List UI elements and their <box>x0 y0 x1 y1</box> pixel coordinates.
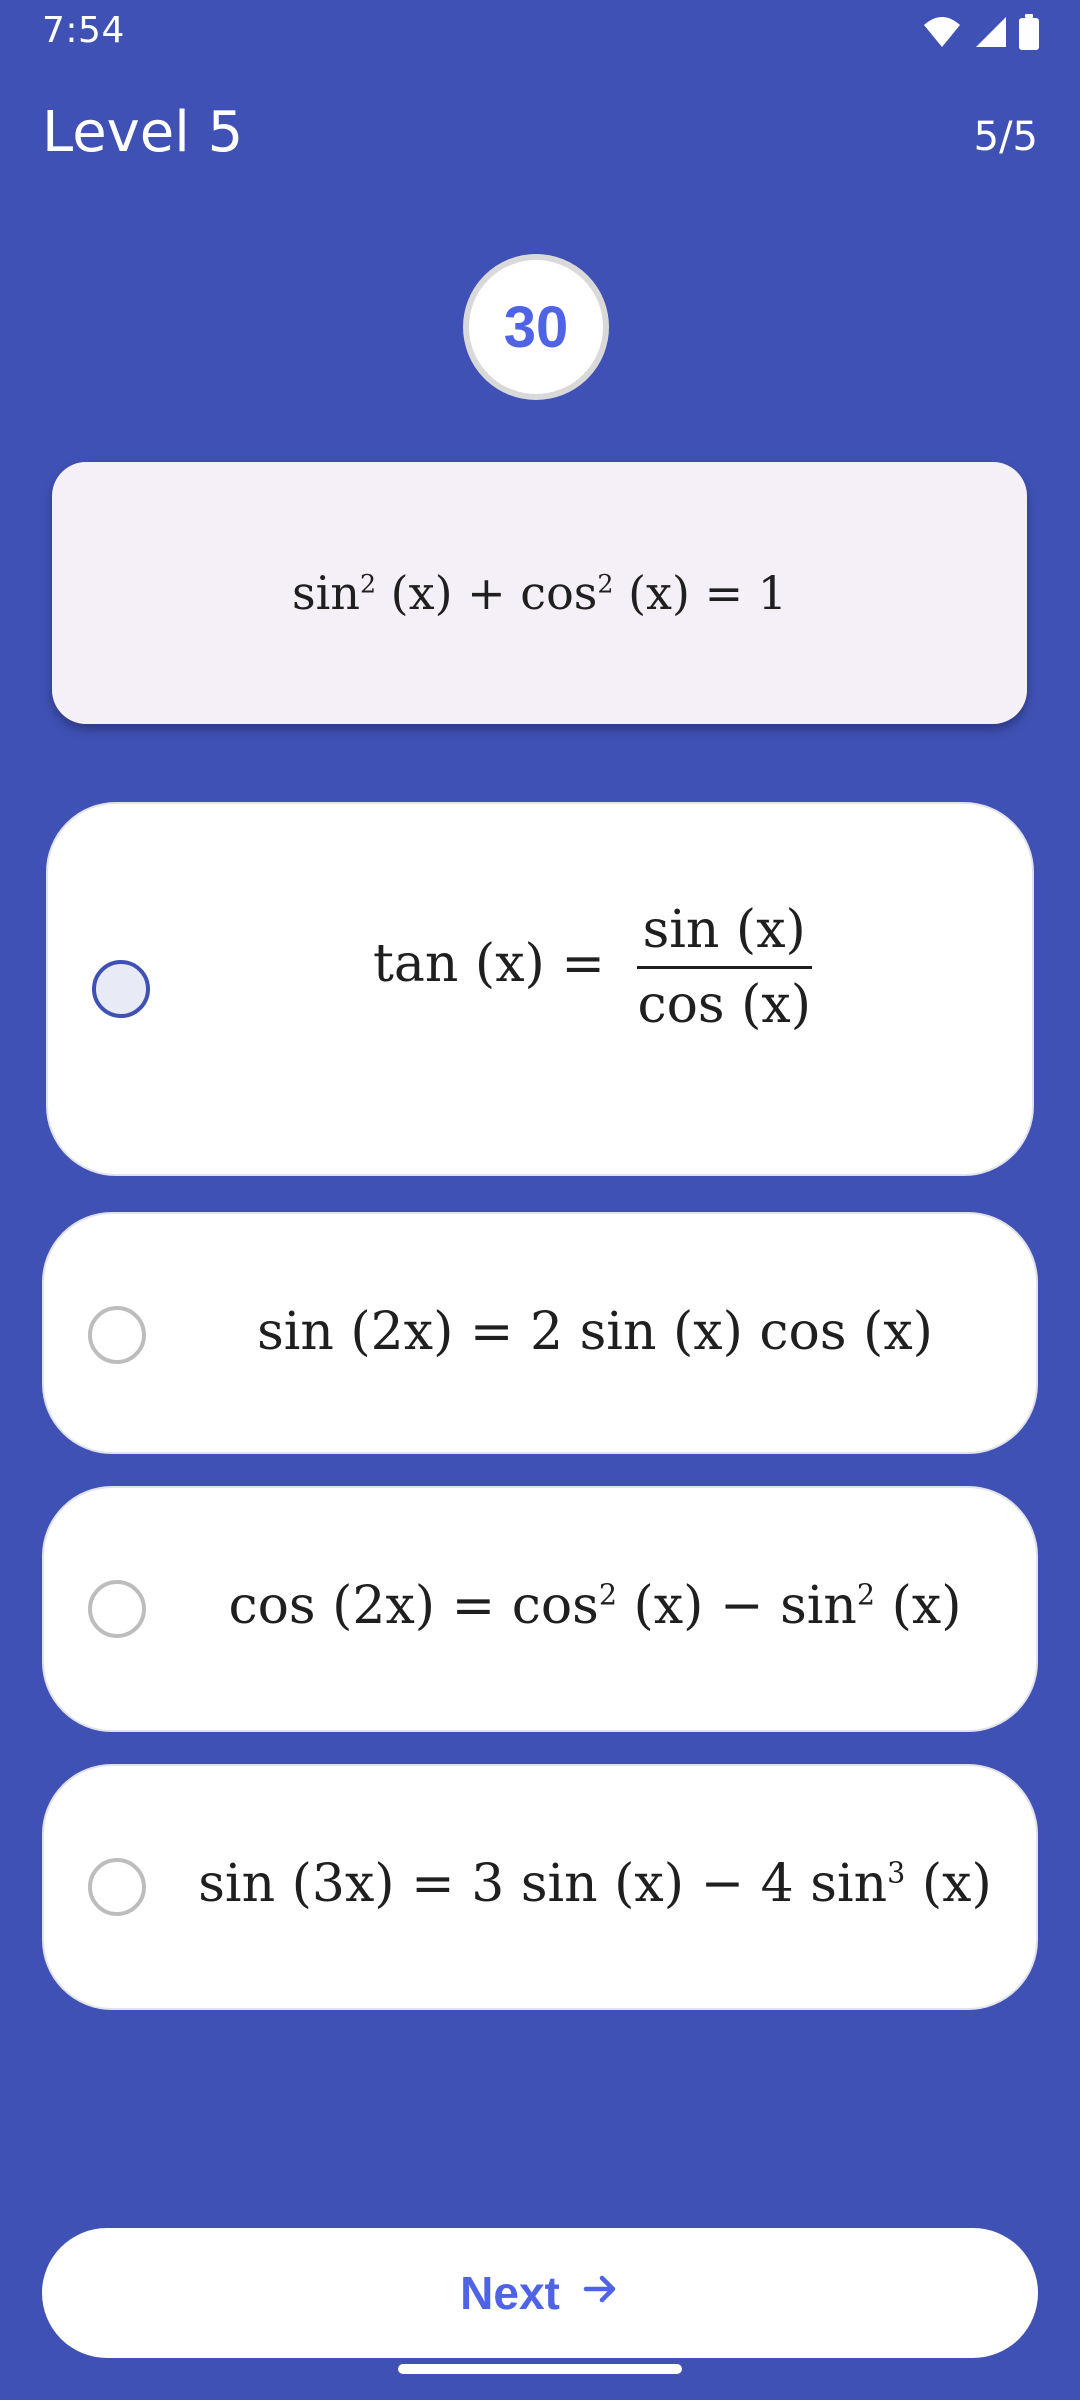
battery-icon <box>1018 14 1040 55</box>
wifi-icon <box>922 15 962 54</box>
formula-part: (x) <box>875 1576 962 1636</box>
status-time: 7:54 <box>42 10 125 51</box>
countdown-timer: 30 <box>463 254 609 400</box>
option-formula: sin (3x) = 3 sin (x) − 4 sin3 (x) <box>194 1854 996 1914</box>
home-indicator[interactable] <box>398 2364 682 2374</box>
quiz-screen: 7:54 Level 5 5/5 30 sin2 (x) + cos2 (x) … <box>0 0 1080 2400</box>
radio-button[interactable] <box>88 1580 146 1638</box>
question-formula: sin2 (x) + cos2 (x) = 1 <box>292 566 787 620</box>
fraction: sin (x) cos (x) <box>631 900 817 1035</box>
question-exponent: 2 <box>597 569 614 599</box>
formula-exponent: 2 <box>598 1577 618 1612</box>
formula-part: sin (3x) = 3 sin (x) − 4 sin <box>198 1854 888 1914</box>
option-formula: cos (2x) = cos2 (x) − sin2 (x) <box>194 1576 996 1636</box>
status-bar: 7:54 <box>0 0 1080 62</box>
answer-option-1[interactable]: tan (x) = sin (x) cos (x) <box>46 802 1034 1176</box>
question-progress: 5/5 <box>973 114 1038 160</box>
status-icons <box>922 14 1040 55</box>
answer-option-2[interactable]: sin (2x) = 2 sin (x) cos (x) <box>42 1212 1038 1454</box>
answer-option-4[interactable]: sin (3x) = 3 sin (x) − 4 sin3 (x) <box>42 1764 1038 2010</box>
fraction-denominator: cos (x) <box>637 975 811 1035</box>
level-title: Level 5 <box>42 100 244 165</box>
option-formula: sin (2x) = 2 sin (x) cos (x) <box>257 1302 933 1362</box>
next-button[interactable]: Next <box>42 2228 1038 2358</box>
formula-part: (x) <box>905 1854 992 1914</box>
radio-button-selected[interactable] <box>92 960 150 1018</box>
formula-part: (x) − sin <box>617 1576 857 1636</box>
question-part: (x) = 1 <box>613 566 787 620</box>
formula-exponent: 2 <box>856 1577 876 1612</box>
arrow-right-icon <box>580 2266 620 2320</box>
question-exponent: 2 <box>359 569 377 599</box>
fraction-numerator: sin (x) <box>636 900 812 969</box>
next-button-label: Next <box>460 2267 560 2319</box>
radio-button[interactable] <box>88 1306 146 1364</box>
radio-button[interactable] <box>88 1858 146 1916</box>
option-formula: tan (x) = sin (x) cos (x) <box>198 900 992 1035</box>
question-card: sin2 (x) + cos2 (x) = 1 <box>52 462 1027 724</box>
signal-icon <box>972 15 1008 54</box>
timer-value: 30 <box>503 294 569 360</box>
question-part: (x) + cos <box>376 566 598 620</box>
question-part: sin <box>292 566 360 620</box>
answer-option-3[interactable]: cos (2x) = cos2 (x) − sin2 (x) <box>42 1486 1038 1732</box>
formula-exponent: 3 <box>887 1855 906 1890</box>
formula-part: cos (2x) = cos <box>228 1576 599 1636</box>
option-lhs: tan (x) = <box>373 934 605 994</box>
